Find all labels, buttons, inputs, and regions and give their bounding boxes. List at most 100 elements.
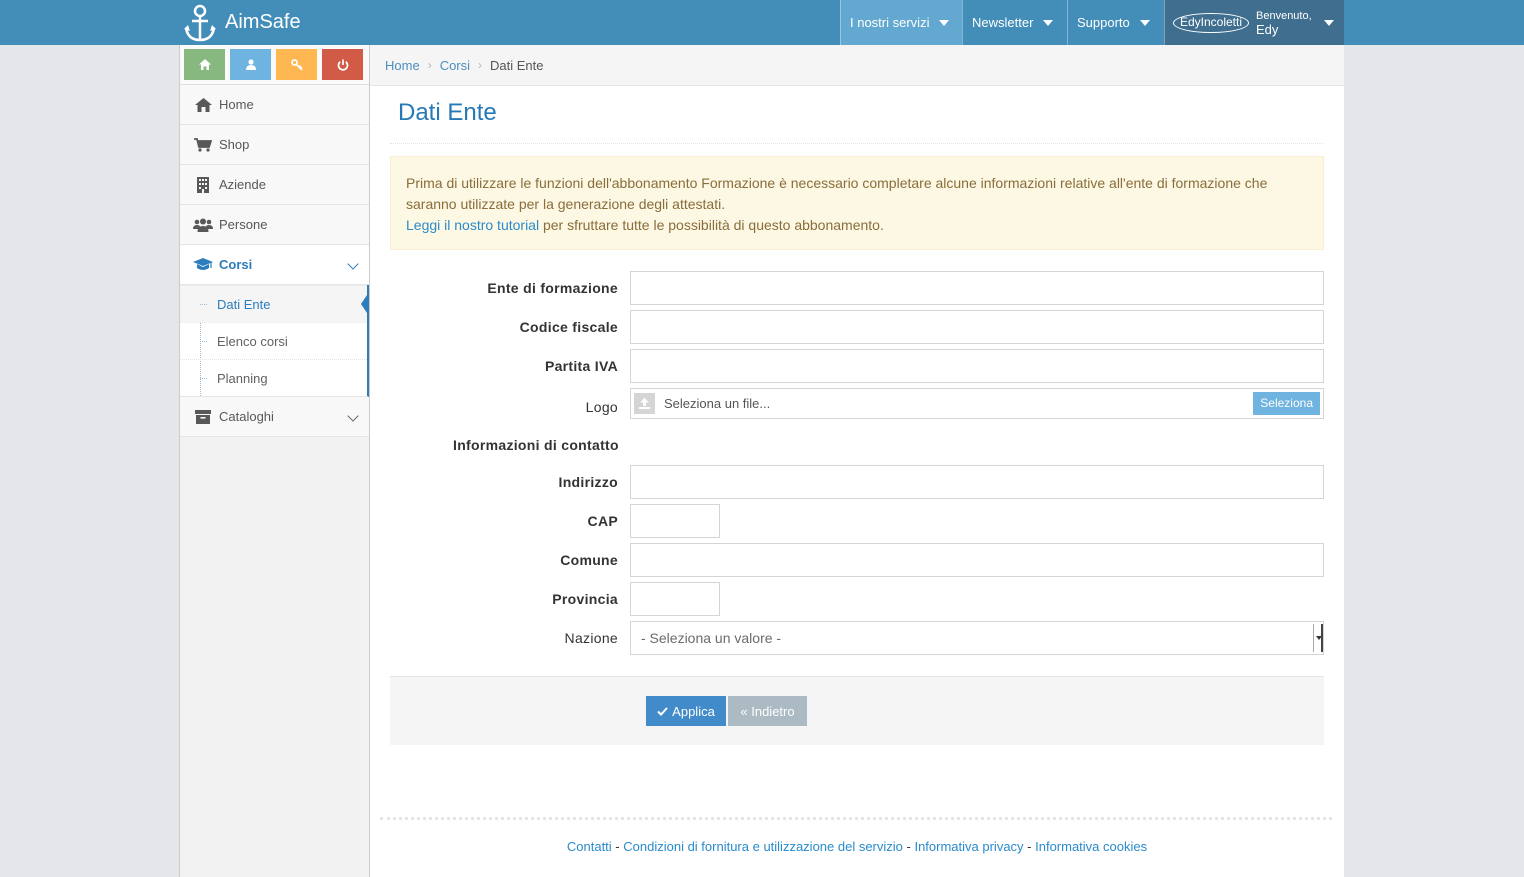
building-icon <box>193 176 213 193</box>
footer-separator: - <box>611 839 624 854</box>
row-provincia: Provincia <box>390 582 1324 616</box>
row-partita-iva: Partita IVA <box>390 349 1324 383</box>
sidebar-item-corsi[interactable]: Corsi <box>180 245 369 285</box>
footer-separator: - <box>902 839 915 854</box>
user-name: Edy <box>1256 21 1279 37</box>
sidebar-item-label: Home <box>219 97 254 112</box>
indirizzo-label: Indirizzo <box>558 474 618 490</box>
row-contact-section: Informazioni di contatto <box>390 428 1324 462</box>
nav-services[interactable]: I nostri servizi <box>840 0 962 45</box>
footer: Contatti - Condizioni di fornitura e uti… <box>370 839 1344 854</box>
nav-support[interactable]: Supporto <box>1067 0 1164 45</box>
footer-privacy-link[interactable]: Informativa privacy <box>914 839 1023 854</box>
users-icon <box>193 217 213 233</box>
sidebar-item-label: Shop <box>219 137 250 152</box>
partita-iva-input[interactable] <box>630 349 1324 383</box>
cap-input[interactable] <box>630 504 720 538</box>
chevron-right-icon: › <box>478 58 483 72</box>
chevron-right-icon: › <box>427 58 432 72</box>
provincia-input[interactable] <box>630 582 720 616</box>
check-icon <box>657 706 668 716</box>
welcome-text: Benvenuto, Edy <box>1256 9 1312 37</box>
back-button-label: « Indietro <box>740 703 795 719</box>
anchor-logo-icon <box>184 4 216 41</box>
nazione-select[interactable]: - Seleziona un valore - <box>630 621 1324 655</box>
caret-down-icon <box>1139 19 1150 26</box>
cap-label: CAP <box>587 513 618 529</box>
sidebar-subitem-label: Planning <box>217 370 268 386</box>
upload-icon <box>634 393 655 414</box>
sidebar-subitem-elenco-corsi[interactable]: Elenco corsi <box>180 322 367 359</box>
row-codice-fiscale: Codice fiscale <box>390 310 1324 344</box>
power-icon <box>337 59 348 71</box>
logo-file-input[interactable]: Seleziona un file... Seleziona <box>630 388 1324 419</box>
row-nazione: Nazione - Seleziona un valore - <box>390 621 1324 655</box>
home-icon <box>193 97 213 113</box>
provincia-label: Provincia <box>552 591 618 607</box>
nav-newsletter-label: Newsletter <box>972 15 1034 30</box>
logo-file-placeholder: Seleziona un file... <box>664 396 771 411</box>
row-comune: Comune <box>390 543 1324 577</box>
footer-cookies-link[interactable]: Informativa cookies <box>1035 839 1147 854</box>
contact-section-heading: Informazioni di contatto <box>453 437 619 453</box>
sidebar-item-cataloghi[interactable]: Cataloghi <box>180 397 369 437</box>
logo-label: Logo <box>585 399 618 415</box>
codice-fiscale-input[interactable] <box>630 310 1324 344</box>
brand-name: AimSafe <box>225 11 301 33</box>
alert-text: Prima di utilizzare le funzioni dell'abb… <box>406 175 1268 212</box>
codice-fiscale-label: Codice fiscale <box>519 319 618 335</box>
shortcut-user-button[interactable] <box>230 49 271 80</box>
archive-icon <box>193 409 213 425</box>
caret-down-icon <box>1323 19 1334 26</box>
nazione-label: Nazione <box>564 630 618 646</box>
page-title: Dati Ente <box>398 99 497 126</box>
comune-label: Comune <box>560 552 618 568</box>
graduation-cap-icon <box>193 257 213 273</box>
sidebar-subitem-planning[interactable]: Planning <box>180 359 367 396</box>
sidebar-subitem-dati-ente[interactable]: Dati Ente <box>180 285 369 322</box>
nav-support-label: Supporto <box>1077 15 1130 30</box>
top-navbar: AimSafe I nostri servizi Newsletter Supp… <box>0 0 1524 45</box>
sidebar-item-aziende[interactable]: Aziende <box>180 165 369 205</box>
sidebar: Home Shop Aziende Persone Corsi Dati Ent… <box>179 45 370 877</box>
corsi-submenu: Dati Ente Elenco corsi Planning <box>180 285 369 397</box>
row-indirizzo: Indirizzo <box>390 465 1324 499</box>
key-icon <box>290 58 303 71</box>
brand[interactable]: AimSafe <box>183 0 301 45</box>
chevron-down-icon <box>347 410 359 422</box>
sidebar-subitem-label: Elenco corsi <box>217 333 288 349</box>
sidebar-item-shop[interactable]: Shop <box>180 125 369 165</box>
apply-button[interactable]: Applica <box>646 696 726 726</box>
shortcut-logout-button[interactable] <box>322 49 363 80</box>
partita-iva-label: Partita IVA <box>544 358 618 374</box>
sidebar-item-home[interactable]: Home <box>180 85 369 125</box>
sidebar-item-label: Persone <box>219 217 268 232</box>
footer-separator: - <box>1023 839 1036 854</box>
back-button[interactable]: « Indietro <box>728 696 807 726</box>
chevron-down-icon <box>347 258 359 270</box>
user-icon <box>245 59 256 70</box>
user-avatar: EdyIncoletti <box>1173 12 1249 33</box>
cart-icon <box>193 137 213 153</box>
sidebar-subitem-label: Dati Ente <box>217 296 271 312</box>
shortcut-key-button[interactable] <box>276 49 317 80</box>
logo-select-button[interactable]: Seleziona <box>1253 392 1320 415</box>
indirizzo-input[interactable] <box>630 465 1324 499</box>
breadcrumb: Home › Corsi › Dati Ente <box>370 45 1344 86</box>
breadcrumb-home-link[interactable]: Home <box>385 58 420 73</box>
ente-input[interactable] <box>630 271 1324 305</box>
row-ente: Ente di formazione <box>390 271 1324 305</box>
sidebar-item-label: Cataloghi <box>219 409 274 424</box>
footer-condizioni-link[interactable]: Condizioni di fornitura e utilizzazione … <box>623 839 903 854</box>
comune-input[interactable] <box>630 543 1324 577</box>
user-menu[interactable]: EdyIncoletti Benvenuto, Edy <box>1164 0 1344 45</box>
tutorial-link[interactable]: Leggi il nostro tutorial <box>406 217 539 233</box>
footer-contatti-link[interactable]: Contatti <box>567 839 612 854</box>
nazione-selected-value: - Seleziona un valore - <box>641 630 782 646</box>
nav-newsletter[interactable]: Newsletter <box>962 0 1067 45</box>
sidebar-item-persone[interactable]: Persone <box>180 205 369 245</box>
caret-down-icon <box>939 19 950 26</box>
breadcrumb-corsi-link[interactable]: Corsi <box>440 58 470 73</box>
shortcut-home-button[interactable] <box>184 49 225 80</box>
main-content: Home › Corsi › Dati Ente Dati Ente Prima… <box>370 45 1344 877</box>
